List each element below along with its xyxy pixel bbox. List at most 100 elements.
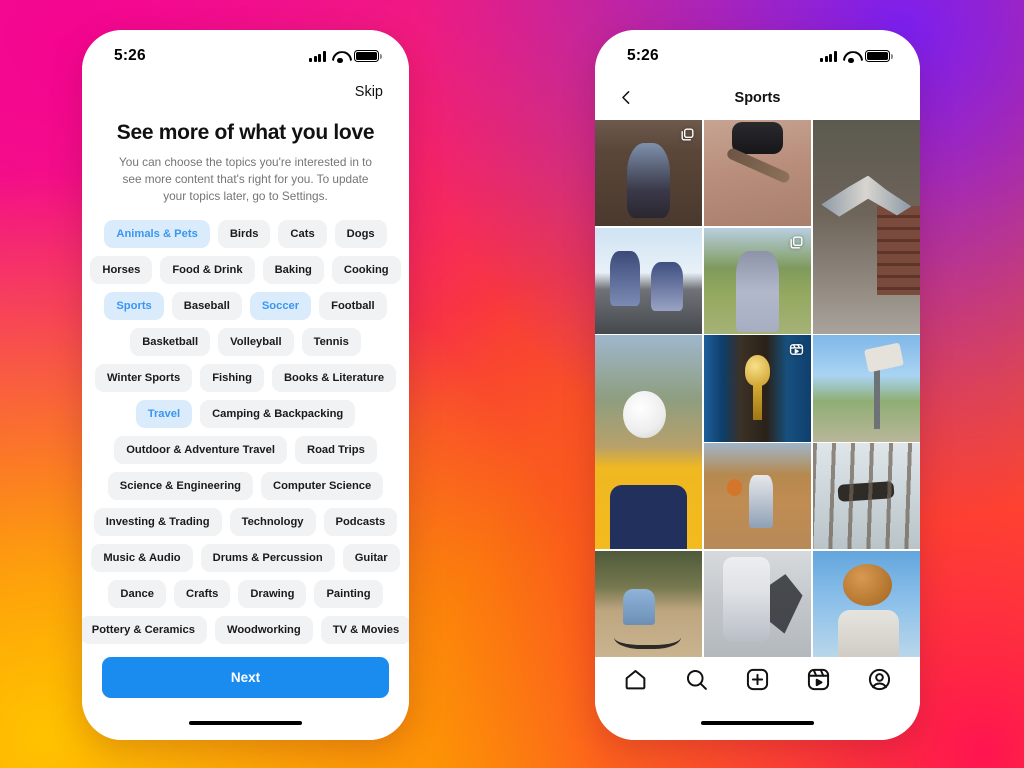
post-skateboard-trick[interactable] bbox=[703, 120, 812, 227]
topic-chip[interactable]: Drawing bbox=[238, 580, 307, 609]
topic-chip[interactable]: Outdoor & Adventure Travel bbox=[114, 436, 287, 465]
topic-chip-row: Horses Food & Drink Baking Cooking bbox=[90, 256, 401, 285]
topic-chip[interactable]: TV & Movies bbox=[320, 616, 409, 645]
skip-row: Skip bbox=[82, 76, 409, 104]
tab-home[interactable] bbox=[621, 667, 651, 697]
nav-bar: Sports bbox=[595, 76, 920, 120]
topic-chip[interactable]: Painting bbox=[314, 580, 383, 609]
topic-chip[interactable]: Pottery & Ceramics bbox=[82, 616, 207, 645]
tab-create[interactable] bbox=[743, 667, 773, 697]
post-bmx-rider[interactable] bbox=[595, 550, 703, 657]
topic-chip-row: Investing & Trading Technology Podcasts bbox=[93, 508, 398, 537]
topic-chip[interactable]: Camping & Backpacking bbox=[200, 400, 356, 429]
chevron-left-icon bbox=[618, 89, 635, 106]
post-thumbnail bbox=[595, 335, 703, 550]
topic-chip-row: Basketball Volleyball Tennis bbox=[96, 328, 395, 357]
home-icon bbox=[623, 667, 648, 697]
status-bar-clock: 5:26 bbox=[114, 47, 146, 64]
topic-chip[interactable]: Technology bbox=[229, 508, 316, 537]
topic-chip[interactable]: Cooking bbox=[331, 256, 401, 285]
topic-chip[interactable]: Music & Audio bbox=[91, 544, 193, 573]
topic-chip[interactable]: Baking bbox=[262, 256, 324, 285]
topic-chip[interactable]: Books & Literature bbox=[271, 364, 397, 393]
home-indicator-left bbox=[82, 706, 409, 740]
topic-chip[interactable]: Woodworking bbox=[214, 616, 313, 645]
status-bar-right: 5:26 bbox=[595, 30, 920, 76]
topic-chip-row: Winter Sports Fishing Books & Literature bbox=[94, 364, 397, 393]
topic-chip-row: Science & Engineering Computer Science bbox=[96, 472, 395, 501]
post-trophy[interactable] bbox=[703, 335, 812, 442]
post-thumbnail bbox=[812, 335, 920, 442]
topic-chip[interactable]: Investing & Trading bbox=[93, 508, 222, 537]
topic-chip[interactable]: Podcasts bbox=[323, 508, 398, 537]
post-basketball-court[interactable] bbox=[703, 443, 812, 550]
post-skater-shadow[interactable] bbox=[703, 550, 812, 657]
post-skatepark-pair[interactable] bbox=[595, 227, 703, 334]
topic-chip[interactable]: Computer Science bbox=[261, 472, 384, 501]
back-button[interactable] bbox=[613, 85, 639, 111]
post-basketball-dunk[interactable] bbox=[812, 335, 920, 442]
topic-chip[interactable]: Birds bbox=[217, 220, 271, 249]
post-stairs-split-jump[interactable] bbox=[812, 120, 920, 334]
reels-icon bbox=[806, 667, 831, 697]
topic-chip-row: Outdoor & Adventure Travel Road Trips bbox=[96, 436, 395, 465]
post-soccer-header[interactable] bbox=[595, 335, 703, 550]
post-forest-balance[interactable] bbox=[812, 443, 920, 550]
topic-chip[interactable]: Basketball bbox=[130, 328, 211, 357]
carousel-icon bbox=[789, 235, 804, 250]
home-indicator-right bbox=[595, 706, 920, 740]
search-icon bbox=[684, 667, 709, 697]
page-title: See more of what you love bbox=[116, 121, 375, 144]
post-thumbnail bbox=[812, 550, 920, 657]
topic-chip[interactable]: Road Trips bbox=[294, 436, 377, 465]
tab-search[interactable] bbox=[682, 667, 712, 697]
topic-chip[interactable]: Guitar bbox=[342, 544, 400, 573]
reels-icon bbox=[789, 342, 804, 357]
topic-chip[interactable]: Drums & Percussion bbox=[200, 544, 335, 573]
phone-left: 5:26 Skip See more of what you love You … bbox=[82, 30, 409, 740]
cta-container: Next bbox=[82, 657, 409, 706]
photo-grid bbox=[595, 120, 920, 657]
topic-chip[interactable]: Dance bbox=[108, 580, 166, 609]
post-thumbnail bbox=[703, 443, 812, 550]
battery-icon bbox=[865, 49, 893, 63]
skip-button[interactable]: Skip bbox=[353, 80, 385, 104]
topic-chip[interactable]: Sports bbox=[104, 292, 164, 321]
topic-chip[interactable]: Travel bbox=[135, 400, 193, 429]
topic-chip[interactable]: Baseball bbox=[171, 292, 242, 321]
post-field-portrait[interactable] bbox=[703, 227, 812, 334]
topic-chip-list: Animals & Pets Birds Cats Dogs Horses Food & … bbox=[82, 220, 409, 645]
topic-chip[interactable]: Volleyball bbox=[218, 328, 294, 357]
page-description: You can choose the topics you're interes… bbox=[119, 155, 372, 204]
topic-chip[interactable]: Cats bbox=[278, 220, 327, 249]
page-title: Sports bbox=[734, 89, 781, 106]
post-thumbnail bbox=[812, 120, 920, 334]
next-button[interactable]: Next bbox=[102, 657, 389, 698]
topic-chip[interactable]: Crafts bbox=[173, 580, 231, 609]
topic-chip[interactable]: Football bbox=[319, 292, 387, 321]
post-basketball-face[interactable] bbox=[812, 550, 920, 657]
topic-chip[interactable]: Science & Engineering bbox=[107, 472, 253, 501]
topic-selection-screen: 5:26 Skip See more of what you love You … bbox=[82, 30, 409, 740]
tab-profile[interactable] bbox=[865, 667, 895, 697]
cellular-bars-icon bbox=[820, 51, 837, 63]
topic-chip[interactable]: Fishing bbox=[200, 364, 264, 393]
status-bar-left: 5:26 bbox=[82, 30, 409, 76]
topic-chip[interactable]: Winter Sports bbox=[94, 364, 193, 393]
topic-chip[interactable]: Tennis bbox=[301, 328, 361, 357]
topic-chip-row: Animals & Pets Birds Cats Dogs bbox=[96, 220, 395, 249]
topic-chip[interactable]: Dogs bbox=[334, 220, 387, 249]
topic-chip-row: Travel Camping & Backpacking bbox=[96, 400, 395, 429]
topic-chip[interactable]: Animals & Pets bbox=[104, 220, 210, 249]
topic-chip[interactable]: Soccer bbox=[249, 292, 312, 321]
tab-reels[interactable] bbox=[804, 667, 834, 697]
plus-square-icon bbox=[745, 667, 770, 697]
topic-chip-row: Pottery & Ceramics Woodworking TV & Movies bbox=[82, 616, 409, 645]
status-bar-indicators bbox=[820, 49, 893, 64]
topic-chip[interactable]: Horses bbox=[90, 256, 153, 285]
topic-chip[interactable]: Food & Drink bbox=[160, 256, 255, 285]
sports-topic-feed-screen: 5:26 Sports bbox=[595, 30, 920, 740]
bottom-tab-bar bbox=[595, 657, 920, 706]
post-porch-sitting[interactable] bbox=[595, 120, 703, 227]
post-thumbnail bbox=[703, 120, 812, 227]
